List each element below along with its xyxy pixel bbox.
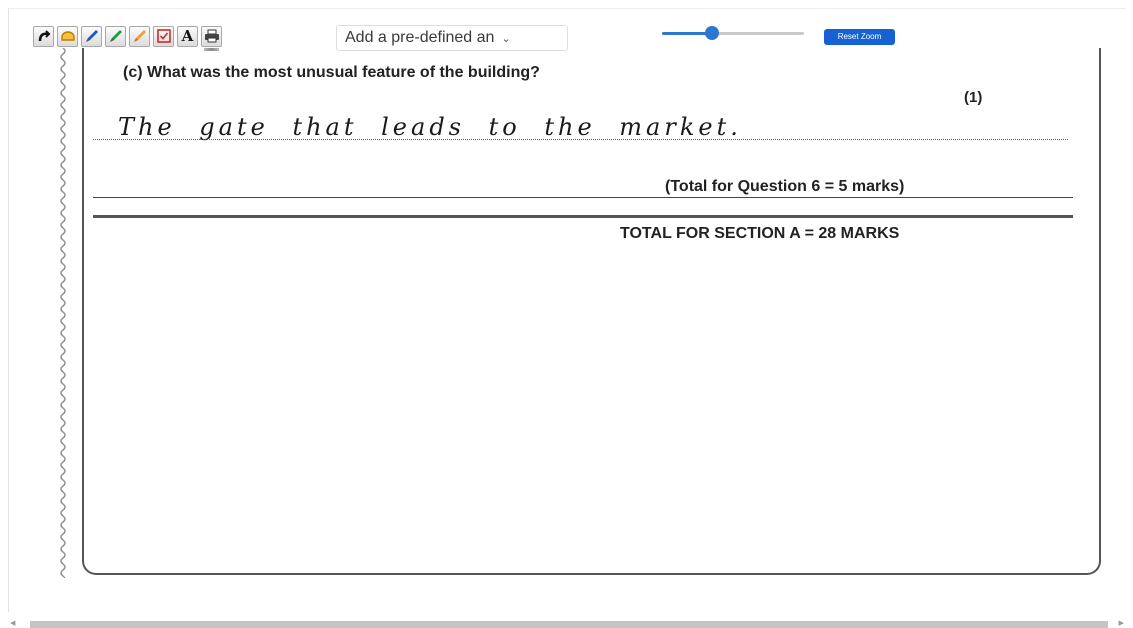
zoom-slider[interactable] bbox=[662, 24, 804, 42]
green-pen-button[interactable] bbox=[105, 25, 126, 47]
question-total: (Total for Question 6 = 5 marks) bbox=[665, 178, 905, 195]
blue-pen-button[interactable] bbox=[81, 25, 102, 47]
highlighter-icon bbox=[132, 28, 148, 44]
checkbox-button[interactable] bbox=[153, 25, 174, 47]
green-pen-icon bbox=[108, 28, 124, 44]
annotation-toolbar: A bbox=[33, 24, 225, 51]
printer-icon bbox=[204, 29, 220, 43]
divider-thin bbox=[93, 197, 1073, 198]
eraser-icon bbox=[60, 30, 76, 42]
scroll-left-icon[interactable]: ◀ bbox=[10, 619, 15, 627]
eraser-button[interactable] bbox=[57, 25, 78, 47]
undo-button[interactable] bbox=[33, 25, 54, 47]
viewer-frame-left bbox=[8, 8, 9, 612]
undo-arrow-icon bbox=[37, 30, 51, 42]
answer-dotted-line bbox=[93, 139, 1068, 140]
question-marks: (1) bbox=[964, 89, 983, 106]
checkbox-tick-icon bbox=[156, 29, 171, 43]
reset-zoom-button[interactable]: Reset Zoom bbox=[824, 29, 895, 45]
highlighter-button[interactable] bbox=[129, 25, 150, 47]
page-binding-edge bbox=[60, 48, 66, 578]
chevron-down-icon: ⌄ bbox=[501, 32, 511, 45]
text-tool-icon: A bbox=[181, 26, 194, 45]
divider-thick bbox=[93, 215, 1073, 218]
predefined-select-value: Add a pre-defined an bbox=[345, 29, 495, 46]
text-tool-button[interactable]: A bbox=[177, 25, 198, 47]
scrollbar-thumb[interactable] bbox=[30, 621, 1108, 628]
blue-pen-icon bbox=[84, 28, 100, 44]
handwritten-answer: The gate that leads to the market. bbox=[118, 113, 742, 141]
section-total: TOTAL FOR SECTION A = 28 MARKS bbox=[620, 225, 900, 242]
print-button[interactable] bbox=[201, 25, 222, 51]
zoom-slider-thumb[interactable] bbox=[704, 26, 719, 40]
viewer-frame-top bbox=[8, 8, 1126, 9]
horizontal-scrollbar[interactable]: ◀ ▶ bbox=[8, 619, 1126, 628]
scroll-right-icon[interactable]: ▶ bbox=[1119, 619, 1124, 627]
question-text: (c) What was the most unusual feature of… bbox=[123, 64, 540, 81]
